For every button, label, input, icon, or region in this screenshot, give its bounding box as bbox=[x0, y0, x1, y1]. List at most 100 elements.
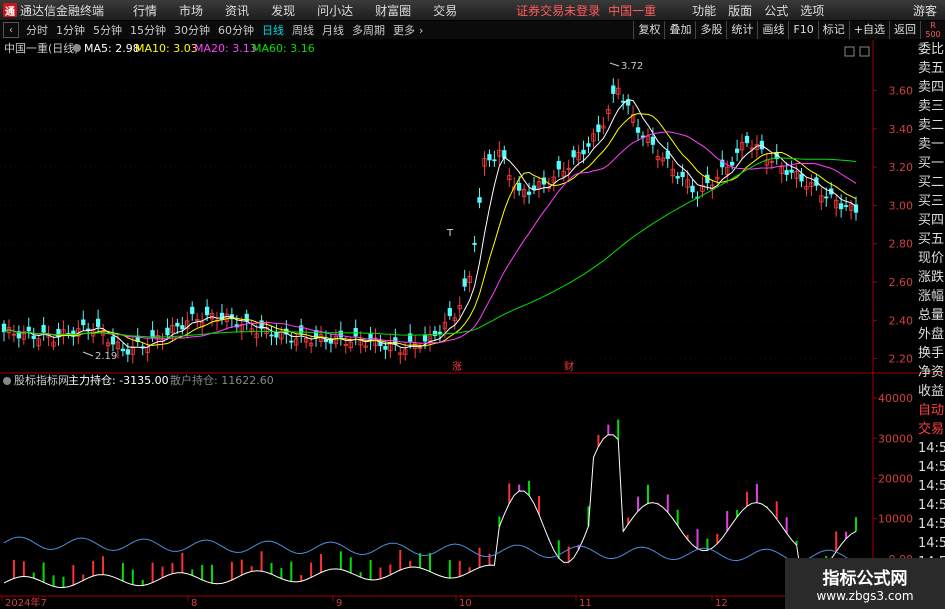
candle-body bbox=[383, 345, 388, 350]
ma5-line bbox=[3, 99, 857, 349]
quote-panel-item[interactable]: 交易 bbox=[918, 420, 945, 439]
candle-body bbox=[477, 197, 482, 203]
quote-panel-item[interactable]: 现价 bbox=[918, 249, 945, 268]
candle-body bbox=[650, 136, 656, 145]
ma60-line bbox=[3, 157, 857, 338]
indicator-bar bbox=[518, 484, 521, 492]
chart-canvas[interactable]: 3.60 3.40 3.20 3.00 2.80 2.60 2.40 2.20 中国一重(日线)… bbox=[0, 0, 945, 609]
ma5-label: MA5: 2.98 bbox=[84, 42, 140, 55]
quote-panel-item[interactable]: 买四 bbox=[918, 211, 945, 230]
candle-body bbox=[95, 318, 101, 327]
indicator-bar bbox=[369, 560, 372, 580]
candle-body bbox=[571, 150, 576, 158]
indicator-bar bbox=[290, 561, 293, 582]
quote-panel-item[interactable]: 净资 bbox=[918, 363, 945, 382]
quote-panel-item[interactable]: 14:56 bbox=[918, 515, 945, 534]
main-chart-title: 中国一重(日线) bbox=[4, 41, 79, 55]
indicator-bar bbox=[131, 569, 134, 585]
time-axis-label: 2024年7 bbox=[5, 596, 47, 609]
y-tick-label: 20000 bbox=[878, 472, 913, 485]
time-axis-label: 11 bbox=[579, 598, 592, 609]
ma10-label: MA10: 3.03 bbox=[135, 42, 198, 55]
sub-bars-group bbox=[12, 419, 857, 588]
candle-body bbox=[690, 185, 695, 193]
quote-panel-item[interactable]: 14:56 bbox=[918, 477, 945, 496]
quote-panel-item[interactable]: 14:56 bbox=[918, 439, 945, 458]
main-hold-label: 主力持仓: -3135.00 bbox=[68, 373, 169, 387]
quote-panel-item[interactable]: 换手 bbox=[918, 344, 945, 363]
indicator-bar bbox=[22, 561, 25, 577]
candle-body bbox=[784, 170, 789, 175]
indicator-bar bbox=[92, 560, 95, 576]
candle-body bbox=[526, 191, 532, 195]
candle-body bbox=[799, 173, 804, 182]
quote-panel-item[interactable]: 买二 bbox=[918, 173, 945, 192]
indicator-bar bbox=[696, 529, 699, 549]
quote-panel-item[interactable]: 涨幅 bbox=[918, 287, 945, 306]
indicator-bar bbox=[280, 568, 283, 579]
quote-panel-item[interactable]: 买一 bbox=[918, 154, 945, 173]
high-pointer bbox=[609, 62, 620, 67]
indicator-bar bbox=[181, 552, 184, 573]
y-tick-label: 2.40 bbox=[889, 314, 914, 327]
indicator-bar bbox=[835, 531, 838, 552]
y-tick-label: 3.00 bbox=[889, 199, 914, 212]
quote-panel-item[interactable]: 委比 bbox=[918, 40, 945, 59]
quote-panel-item[interactable]: 总量 bbox=[918, 306, 945, 325]
y-tick-label: 2.20 bbox=[889, 353, 914, 366]
indicator-bar bbox=[310, 562, 313, 578]
indicator-bar bbox=[320, 554, 323, 573]
candle-body bbox=[120, 348, 126, 352]
indicator-bar bbox=[300, 575, 303, 582]
quote-panel-item[interactable]: 卖五 bbox=[918, 59, 945, 78]
indicator-bar bbox=[102, 556, 105, 575]
indicator-bar bbox=[151, 562, 154, 583]
indicator-bar bbox=[666, 494, 669, 513]
quote-panel-item[interactable]: 外盘 bbox=[918, 325, 945, 344]
indicator-bar bbox=[429, 553, 431, 572]
indicator-bar bbox=[785, 517, 788, 534]
indicator-bar bbox=[191, 569, 194, 576]
candle-body bbox=[353, 327, 358, 337]
quote-panel-item[interactable]: 14:56 bbox=[918, 534, 945, 553]
ma20-line bbox=[3, 131, 857, 344]
quote-panel-item[interactable]: 卖二 bbox=[918, 116, 945, 135]
indicator-bar bbox=[201, 564, 204, 580]
indicator-bar bbox=[458, 560, 461, 577]
indicator-bar bbox=[676, 509, 679, 526]
candle-body bbox=[125, 349, 130, 355]
quote-panel-item[interactable]: 卖一 bbox=[918, 135, 945, 154]
quote-panel-item[interactable]: 14:56 bbox=[918, 458, 945, 477]
indicator-bar bbox=[32, 572, 35, 579]
chart-options-icon bbox=[73, 44, 81, 52]
quote-panel-item[interactable]: 涨跌 bbox=[918, 268, 945, 287]
y-tick-label: 3.60 bbox=[889, 85, 914, 98]
chart-icon bbox=[859, 46, 870, 57]
y-tick-label: 40000 bbox=[878, 392, 913, 405]
marker-cai: 财 bbox=[564, 360, 574, 373]
indicator-bar bbox=[12, 560, 15, 579]
indicator-bar bbox=[379, 567, 382, 579]
ma60-label: MA60: 3.16 bbox=[252, 42, 315, 55]
candle-body bbox=[244, 313, 249, 322]
candles-group bbox=[1, 78, 859, 365]
candle-body bbox=[824, 196, 829, 199]
candle-body bbox=[190, 306, 195, 315]
quote-panel-item[interactable]: 买五 bbox=[918, 230, 945, 249]
indicator-bar bbox=[211, 564, 214, 584]
candle-body bbox=[581, 149, 586, 155]
indicator-bar bbox=[42, 562, 45, 583]
quote-panel-item[interactable]: 14:56 bbox=[918, 496, 945, 515]
y-tick-label: 2.80 bbox=[889, 238, 914, 251]
indicator-bar bbox=[775, 501, 778, 519]
candle-body bbox=[323, 339, 329, 343]
candle-body bbox=[680, 171, 685, 178]
indicator-bar bbox=[260, 551, 263, 572]
quote-panel-item[interactable]: 收益 bbox=[918, 382, 945, 401]
quote-panel-item[interactable]: 买三 bbox=[918, 192, 945, 211]
indicator-bar bbox=[746, 491, 749, 507]
quote-panel-item[interactable]: 卖三 bbox=[918, 97, 945, 116]
indicator-bar bbox=[478, 547, 481, 568]
quote-panel-item[interactable]: 自动 bbox=[918, 401, 945, 420]
quote-panel-item[interactable]: 卖四 bbox=[918, 78, 945, 97]
